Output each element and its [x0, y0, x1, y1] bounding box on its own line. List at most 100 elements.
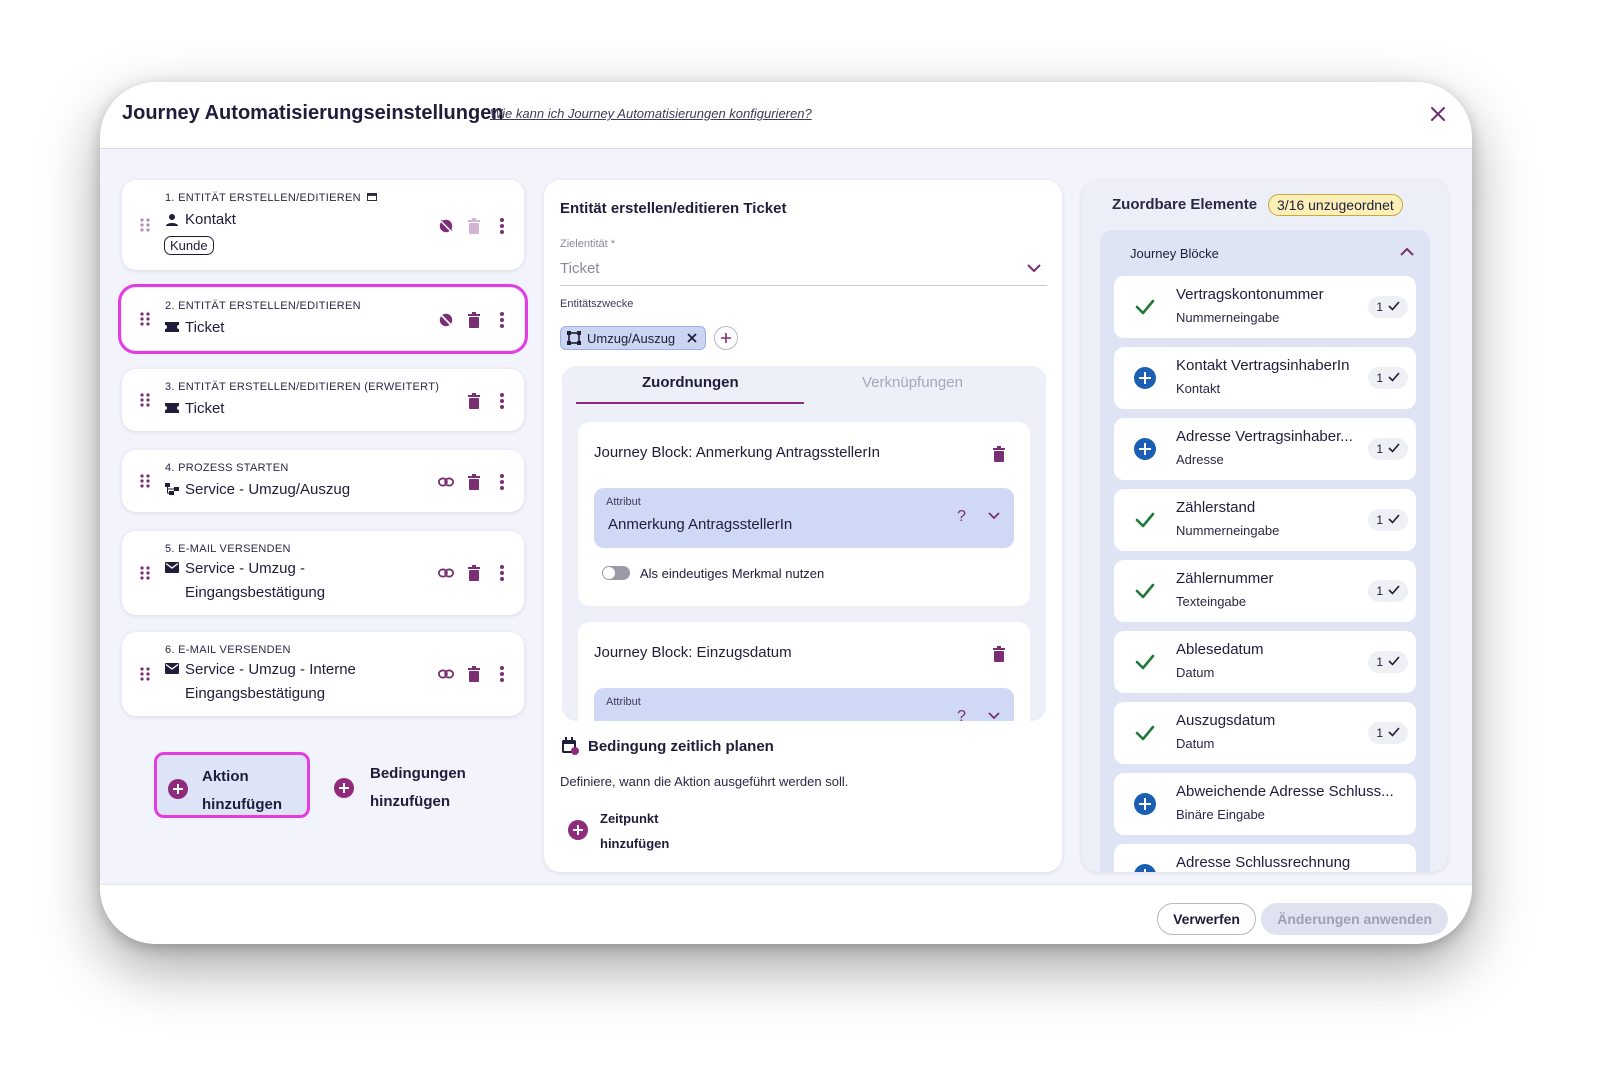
action-card-2[interactable]: 2. ENTITÄT ERSTELLEN/EDITIEREN Ticket: [118, 284, 528, 354]
assignable-element[interactable]: Zählernummer Texteingabe 1: [1114, 560, 1416, 622]
check-icon: [1134, 722, 1156, 744]
usage-count[interactable]: 1: [1368, 296, 1408, 318]
tab-zuordnungen[interactable]: Zuordnungen: [642, 374, 739, 391]
more-icon[interactable]: [494, 393, 510, 409]
drag-handle-icon[interactable]: [140, 218, 150, 237]
usage-count[interactable]: 1: [1368, 722, 1408, 744]
action-card-1[interactable]: 1. ENTITÄT ERSTELLEN/EDITIEREN Kontakt K…: [122, 180, 524, 270]
action-card-toolbar: [466, 393, 510, 409]
modal-dialog: Journey Automatisierungseinstellungen Wi…: [100, 82, 1472, 944]
delete-icon[interactable]: [466, 312, 482, 328]
check-icon: [1134, 580, 1156, 602]
attribute-select[interactable]: Attribut Anmerkung AntragsstellerIn ?: [594, 488, 1014, 548]
element-type: Binäre Eingabe: [1176, 807, 1265, 822]
toggle-label: Als eindeutiges Merkmal nutzen: [640, 566, 825, 581]
usage-count[interactable]: 1: [1368, 580, 1408, 602]
section-header[interactable]: Journey Blöcke: [1130, 246, 1219, 261]
assignable-element[interactable]: Ablesedatum Datum 1: [1114, 631, 1416, 693]
person-icon: [166, 214, 178, 226]
attribute-label: Attribut: [606, 696, 641, 708]
active-tab-indicator: [576, 402, 804, 404]
purpose-chip-label: Umzug/Auszug: [587, 330, 676, 346]
check-small-icon: [1385, 509, 1400, 531]
purpose-chip[interactable]: Umzug/Auszug: [560, 326, 707, 350]
delete-icon[interactable]: [992, 646, 1006, 662]
close-icon[interactable]: [1426, 102, 1450, 126]
usage-count-value: 1: [1376, 442, 1383, 456]
help-icon[interactable]: ?: [957, 508, 966, 526]
modal-footer: Verwerfen Änderungen anwenden: [100, 884, 1472, 944]
visibility-off-icon[interactable]: [438, 312, 454, 328]
assignable-element[interactable]: Kontakt VertragsinhaberIn Kontakt 1: [1114, 347, 1416, 409]
chevron-down-icon: [1027, 264, 1041, 272]
add-circle-icon: [1134, 367, 1156, 389]
add-action-button[interactable]: Aktion hinzufügen: [154, 752, 310, 818]
action-card-4[interactable]: 4. PROZESS STARTEN Service - Umzug/Auszu…: [122, 450, 524, 512]
delete-icon[interactable]: [466, 565, 482, 581]
action-card-toolbar: [438, 565, 510, 581]
chevron-down-icon: [988, 712, 1000, 719]
usage-count-value: 1: [1376, 726, 1383, 740]
link-icon[interactable]: [438, 474, 454, 490]
more-icon[interactable]: [494, 666, 510, 682]
delete-icon[interactable]: [466, 474, 482, 490]
editor-title: Entität erstellen/editieren Ticket: [560, 200, 787, 217]
delete-icon[interactable]: [466, 666, 482, 682]
journey-blocks-section: Journey Blöcke Vertragskontonummer Nummer…: [1100, 230, 1430, 872]
link-icon[interactable]: [438, 565, 454, 581]
delete-icon[interactable]: [466, 393, 482, 409]
action-card-5[interactable]: 5. E-MAIL VERSENDEN Service - Umzug - Ein…: [122, 531, 524, 615]
visibility-off-icon[interactable]: [438, 218, 454, 234]
discard-button[interactable]: Verwerfen: [1157, 903, 1256, 935]
more-icon[interactable]: [494, 218, 510, 234]
assignable-element[interactable]: Vertragskontonummer Nummerneingabe 1: [1114, 276, 1416, 338]
chevron-up-icon[interactable]: [1400, 248, 1414, 256]
tab-verknuepfungen[interactable]: Verknüpfungen: [862, 374, 963, 391]
target-entity-select[interactable]: Ticket: [560, 258, 1047, 286]
action-title: Kontakt: [165, 208, 236, 232]
usage-count[interactable]: 1: [1368, 509, 1408, 531]
usage-count[interactable]: 1: [1368, 438, 1408, 460]
action-title: Ticket: [165, 397, 224, 421]
assignable-elements-panel: Zuordbare Elemente 3/16 unzugeordnet Jou…: [1082, 180, 1448, 872]
action-card-6[interactable]: 6. E-MAIL VERSENDEN Service - Umzug - In…: [122, 632, 524, 716]
unique-attribute-toggle[interactable]: [602, 566, 630, 580]
assignable-element[interactable]: Adresse Vertragsinhaber... Adresse 1: [1114, 418, 1416, 480]
unassigned-badge: 3/16 unzugeordnet: [1268, 194, 1403, 216]
drag-handle-icon[interactable]: [140, 312, 150, 331]
drag-handle-icon[interactable]: [140, 393, 150, 412]
drag-handle-icon[interactable]: [140, 474, 150, 493]
assignable-element[interactable]: Zählerstand Nummerneingabe 1: [1114, 489, 1416, 551]
assignable-element[interactable]: Adresse Schlussrechnung: [1114, 844, 1416, 872]
usage-count[interactable]: 1: [1368, 651, 1408, 673]
assignable-element[interactable]: Auszugsdatum Datum 1: [1114, 702, 1416, 764]
apply-changes-button[interactable]: Änderungen anwenden: [1261, 903, 1448, 935]
link-icon[interactable]: [438, 666, 454, 682]
add-time-button[interactable]: Zeitpunkt hinzufügen: [568, 806, 688, 856]
attribute-value: Anmerkung AntragsstellerIn: [608, 516, 793, 533]
drag-handle-icon[interactable]: [140, 566, 150, 585]
journey-block-card: Journey Block: Einzugsdatum Attribut ?: [578, 622, 1030, 721]
action-card-3[interactable]: 3. ENTITÄT ERSTELLEN/EDITIEREN (ERWEITER…: [122, 369, 524, 431]
modal-title: Journey Automatisierungseinstellungen: [122, 102, 504, 124]
attribute-label: Attribut: [606, 496, 641, 508]
add-condition-button[interactable]: Bedingungen hinzufügen: [334, 758, 484, 818]
add-purpose-button[interactable]: [714, 326, 738, 350]
more-icon[interactable]: [494, 312, 510, 328]
delete-icon[interactable]: [466, 218, 482, 234]
check-small-icon: [1385, 651, 1400, 673]
assignable-element[interactable]: Abweichende Adresse Schluss... Binäre Ein…: [1114, 773, 1416, 835]
drag-handle-icon[interactable]: [140, 667, 150, 686]
more-icon[interactable]: [494, 565, 510, 581]
usage-count[interactable]: 1: [1368, 367, 1408, 389]
help-icon[interactable]: ?: [957, 708, 966, 721]
action-kicker: 1. ENTITÄT ERSTELLEN/EDITIEREN: [165, 192, 378, 204]
delete-icon[interactable]: [992, 446, 1006, 462]
add-action-label: Aktion hinzufügen: [202, 768, 282, 813]
help-link[interactable]: Wie kann ich Journey Automatisierungen k…: [490, 106, 812, 121]
chevron-down-icon: [988, 512, 1000, 519]
attribute-select[interactable]: Attribut ?: [594, 688, 1014, 721]
more-icon[interactable]: [494, 474, 510, 490]
usage-count-value: 1: [1376, 513, 1383, 527]
close-icon[interactable]: [687, 333, 697, 343]
